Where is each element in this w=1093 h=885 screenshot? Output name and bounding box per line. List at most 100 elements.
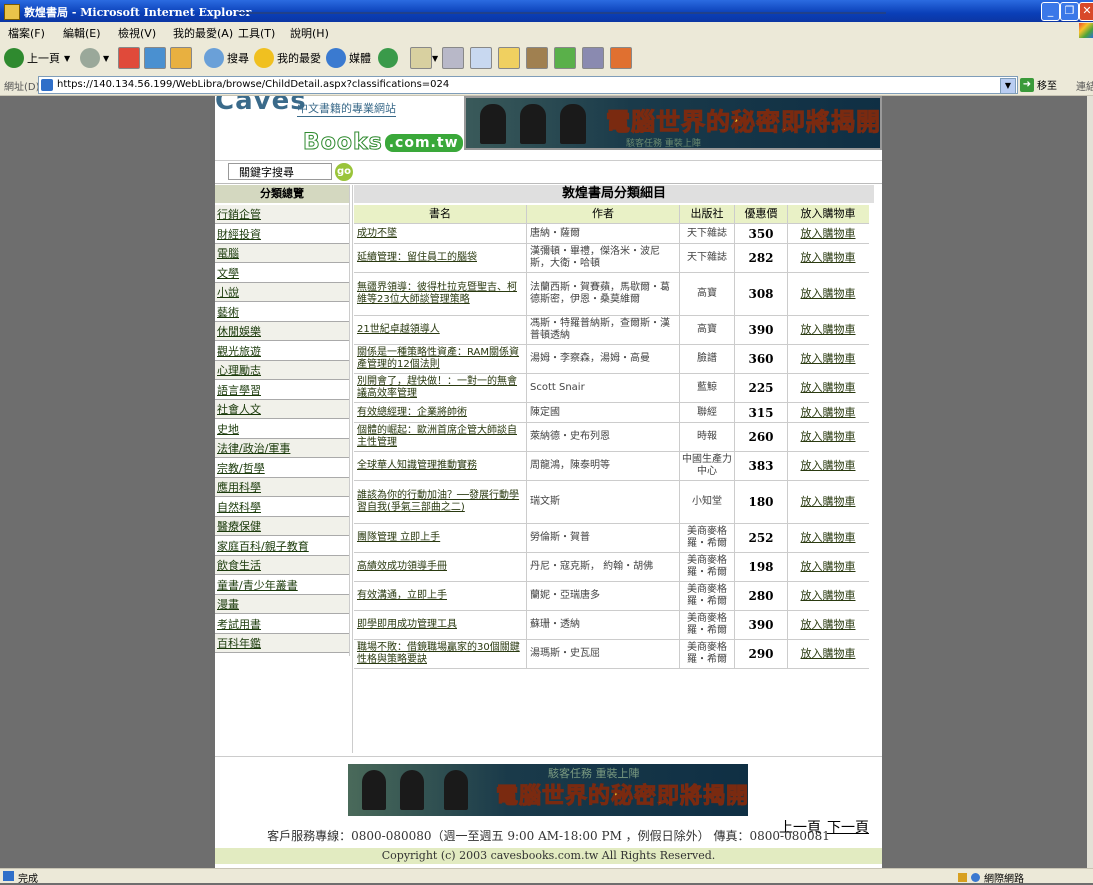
book-title-link[interactable]: 個體的崛起：歐洲首席企管大師談自主性管理 <box>354 423 526 451</box>
chevron-down-icon[interactable]: ▼ <box>64 54 70 63</box>
keyword-search-input[interactable]: 關鍵字搜尋 <box>228 163 332 180</box>
add-to-cart-link[interactable]: 放入購物車 <box>788 524 868 552</box>
edit-button[interactable] <box>470 46 492 70</box>
menu-help[interactable]: 說明(H) <box>290 25 329 41</box>
chevron-down-icon[interactable]: ▼ <box>432 54 438 63</box>
book-title-link[interactable]: 有效溝通，立即上手 <box>354 582 526 610</box>
address-input[interactable]: https://140.134.56.199/WebLibra/browse/C… <box>38 76 1018 94</box>
sidebar-category-item[interactable]: 財經投資 <box>215 225 349 244</box>
sidebar-category-item[interactable]: 法律/政治/軍事 <box>215 439 349 458</box>
sidebar-category-item[interactable]: 心理勵志 <box>215 361 349 380</box>
add-to-cart-link[interactable]: 放入購物車 <box>788 403 868 422</box>
add-to-cart-link[interactable]: 放入購物車 <box>788 481 868 523</box>
book-title-link[interactable]: 即學即用成功管理工具 <box>354 611 526 639</box>
book-title-link[interactable]: 別開會了，趕快做！：一對一的無會議高效率管理 <box>354 374 526 402</box>
research-icon <box>526 47 548 69</box>
sidebar-category-item[interactable]: 小說 <box>215 283 349 302</box>
book-title-link[interactable]: 延續管理：留住員工的腦袋 <box>354 244 526 272</box>
menu-favorites[interactable]: 我的最愛(A) <box>173 25 233 41</box>
add-to-cart-link[interactable]: 放入購物車 <box>788 582 868 610</box>
sidebar-category-item[interactable]: 休閒娛樂 <box>215 322 349 341</box>
sidebar-category-item[interactable]: 藝術 <box>215 303 349 322</box>
book-title-link[interactable]: 21世紀卓越領導人 <box>354 316 526 344</box>
book-title-link[interactable]: 職場不敗：借鏡職場贏家的30個關鍵性格與策略要訣 <box>354 640 526 668</box>
add-to-cart-link[interactable]: 放入購物車 <box>788 244 868 272</box>
print-button[interactable] <box>442 46 464 70</box>
add-to-cart-link[interactable]: 放入購物車 <box>788 316 868 344</box>
sidebar-category-item[interactable]: 自然科學 <box>215 498 349 517</box>
sidebar-category-item[interactable]: 漫畫 <box>215 595 349 614</box>
minimize-button[interactable]: _ <box>1041 2 1060 21</box>
close-button[interactable]: ✕ <box>1079 2 1093 21</box>
table-row: 延續管理：留住員工的腦袋 漢彌頓・畢禮，傑洛米・波尼斯，大衛・哈頓 天下雜誌 282 放… <box>354 244 869 273</box>
ad-banner-bottom[interactable]: 駭客任務 重裝上陣 電腦世界的秘密即將揭開 <box>348 764 749 816</box>
menu-view[interactable]: 檢視(V) <box>118 25 156 41</box>
add-to-cart-link[interactable]: 放入購物車 <box>788 224 868 243</box>
browser-viewport: Caves 中文書籍的專業網站 Books .com.tw 電腦世界的秘密即將揭開… <box>0 96 1093 868</box>
sidebar-category-item[interactable]: 百科年鑑 <box>215 634 349 653</box>
add-to-cart-link[interactable]: 放入購物車 <box>788 611 868 639</box>
search-go-button[interactable]: go <box>335 163 353 181</box>
vertical-scrollbar[interactable] <box>1087 96 1093 868</box>
sidebar-category-item[interactable]: 文學 <box>215 264 349 283</box>
sidebar-category-item[interactable]: 行銷企管 <box>215 205 349 224</box>
add-to-cart-link[interactable]: 放入購物車 <box>788 423 868 451</box>
refresh-button[interactable] <box>144 46 166 70</box>
window-title-bar[interactable]: 敦煌書局 - Microsoft Internet Explorer _ ❐ ✕ <box>0 0 1093 22</box>
maximize-button[interactable]: ❐ <box>1060 2 1079 21</box>
history-button[interactable] <box>378 46 401 70</box>
sidebar-category-item[interactable]: 家庭百科/親子教育 <box>215 537 349 556</box>
add-to-cart-link[interactable]: 放入購物車 <box>788 273 868 315</box>
sidebar-category-item[interactable]: 應用科學 <box>215 478 349 497</box>
table-row: 個體的崛起：歐洲首席企管大師談自主性管理 萊納德・史布列恩 時報 260 放入購物車 <box>354 423 869 452</box>
add-to-cart-link[interactable]: 放入購物車 <box>788 640 868 668</box>
stop-icon <box>118 47 140 69</box>
add-to-cart-link[interactable]: 放入購物車 <box>788 345 868 373</box>
menu-edit[interactable]: 編輯(E) <box>63 25 101 41</box>
book-title-link[interactable]: 誰該為你的行動加油？──發展行動學習自我(爭氣三部曲之二) <box>354 481 526 523</box>
ad-banner-top[interactable]: 電腦世界的秘密即將揭開 駭客任務 重裝上陣 <box>464 96 882 150</box>
book-title-link[interactable]: 成功不墜 <box>354 224 526 243</box>
menu-bar: 檔案(F) 編輯(E) 檢視(V) 我的最愛(A) 工具(T) 說明(H) <box>0 22 1093 42</box>
folder-button[interactable] <box>498 46 520 70</box>
sidebar-category-item[interactable]: 童書/青少年叢書 <box>215 576 349 595</box>
go-button[interactable]: ➜ 移至 <box>1020 77 1057 92</box>
sidebar-category-item[interactable]: 史地 <box>215 420 349 439</box>
menu-tools[interactable]: 工具(T) <box>238 25 275 41</box>
chevron-down-icon[interactable]: ▼ <box>103 54 109 63</box>
book-title-link[interactable]: 關係是一種策略性資產：RAM關係資產管理的12個法則 <box>354 345 526 373</box>
sidebar-category-item[interactable]: 社會人文 <box>215 400 349 419</box>
sidebar-category-item[interactable]: 飲食生活 <box>215 556 349 575</box>
research-button[interactable] <box>526 46 548 70</box>
media-button[interactable]: 媒體 <box>326 46 371 70</box>
sidebar-category-item[interactable]: 宗教/哲學 <box>215 459 349 478</box>
book-title-link[interactable]: 團隊管理 立即上手 <box>354 524 526 552</box>
book-title-link[interactable]: 有效總經理：企業將帥術 <box>354 403 526 422</box>
chevron-down-icon[interactable]: ▼ <box>1000 78 1016 94</box>
mail-button[interactable]: ▼ <box>410 46 438 70</box>
sidebar-category-item[interactable]: 語言學習 <box>215 381 349 400</box>
menu-file[interactable]: 檔案(F) <box>8 25 45 41</box>
book-title-link[interactable]: 全球華人知識管理推動實務 <box>354 452 526 480</box>
add-to-cart-link[interactable]: 放入購物車 <box>788 374 868 402</box>
tool-button[interactable] <box>582 46 604 70</box>
links-label[interactable]: 連結 <box>1076 78 1093 93</box>
sidebar-category-item[interactable]: 考試用書 <box>215 615 349 634</box>
stop-button[interactable] <box>118 46 140 70</box>
messenger-button[interactable] <box>554 46 576 70</box>
home-button[interactable] <box>170 46 192 70</box>
site-logo-top[interactable]: Caves <box>215 96 307 116</box>
extension-button[interactable] <box>610 46 632 70</box>
book-title-link[interactable]: 高績效成功領導手冊 <box>354 553 526 581</box>
back-button[interactable]: 上一頁 ▼ <box>4 46 70 70</box>
search-button[interactable]: 搜尋 <box>204 46 249 70</box>
sidebar-category-item[interactable]: 電腦 <box>215 244 349 263</box>
sidebar-category-item[interactable]: 觀光旅遊 <box>215 342 349 361</box>
sidebar-category-item[interactable]: 醫療保健 <box>215 517 349 536</box>
forward-button[interactable]: ▼ <box>80 46 109 70</box>
site-logo-bottom[interactable]: Books .com.tw <box>303 130 463 156</box>
add-to-cart-link[interactable]: 放入購物車 <box>788 553 868 581</box>
favorites-button[interactable]: 我的最愛 <box>254 46 321 70</box>
book-title-link[interactable]: 無疆界領導：彼得杜拉克暨聖吉、柯維等23位大師談管理策略 <box>354 273 526 315</box>
add-to-cart-link[interactable]: 放入購物車 <box>788 452 868 480</box>
